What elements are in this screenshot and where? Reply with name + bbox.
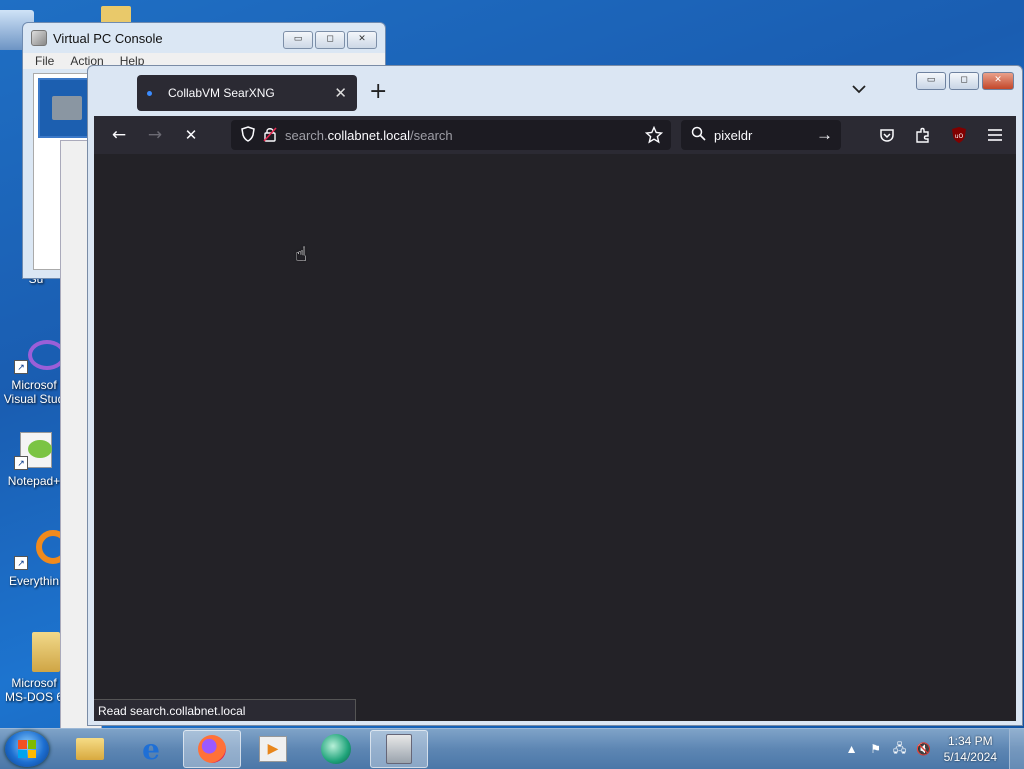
vm-thumbnail[interactable]	[38, 78, 94, 138]
extensions-button[interactable]	[908, 120, 938, 150]
network-icon[interactable]: 🖧	[891, 740, 909, 758]
url-prefix: search.	[285, 127, 328, 143]
clock-date: 5/14/2024	[943, 750, 997, 764]
ms-dos-folder-icon	[14, 632, 60, 672]
folder-icon	[76, 738, 104, 760]
new-tab-button[interactable]: +	[369, 80, 387, 104]
hand-pointer-cursor-icon: ☝	[295, 242, 308, 266]
forward-button[interactable]: →	[140, 120, 170, 150]
list-all-tabs-button[interactable]	[852, 82, 866, 98]
tab-title: CollabVM SearXNG	[168, 86, 275, 100]
tab-strip: CollabVM SearXNG ✕ + ▭ ◻ ✕	[94, 70, 1016, 118]
show-desktop-button[interactable]	[1009, 729, 1024, 769]
internet-explorer-icon: e	[142, 732, 160, 766]
bookmark-star-icon[interactable]	[644, 125, 664, 147]
shortcut-arrow-icon: ↗	[14, 456, 28, 470]
tracking-protection-shield-icon[interactable]	[241, 125, 255, 145]
search-input[interactable]: pixeldr	[714, 128, 752, 143]
minimize-button[interactable]: ▭	[916, 72, 946, 90]
url-bar[interactable]: search.collabnet.local/search	[231, 120, 671, 150]
taskbar-internet-explorer[interactable]: e	[122, 730, 180, 768]
window-title: Virtual PC Console	[53, 30, 163, 46]
close-button[interactable]: ✕	[347, 31, 377, 49]
notepad-plus-plus-icon: ↗	[14, 430, 54, 470]
navigation-toolbar: ← → ✕ search.collabnet.local/search pixe…	[94, 116, 1016, 154]
windows-logo-icon	[18, 740, 36, 758]
ublock-origin-button[interactable]: uO	[944, 120, 974, 150]
notification-area: ▲ ⚑ 🖧 🔇 1:34 PM 5/14/2024	[840, 729, 1024, 769]
pocket-icon	[880, 129, 894, 142]
action-center-flag-icon[interactable]: ⚑	[867, 740, 885, 758]
tab-close-icon[interactable]: ✕	[334, 84, 347, 102]
shortcut-arrow-icon: ↗	[14, 360, 28, 374]
browser-tab[interactable]: CollabVM SearXNG ✕	[137, 75, 357, 111]
page-content-area[interactable]: Read search.collabnet.local	[94, 154, 1016, 721]
minimize-button[interactable]: ▭	[283, 31, 313, 49]
puzzle-piece-icon	[916, 127, 929, 143]
searxng-favicon	[147, 90, 152, 96]
firefox-window[interactable]: CollabVM SearXNG ✕ + ▭ ◻ ✕ ← → ✕ search.…	[87, 65, 1023, 726]
taskbar-virtual-pc-console[interactable]	[370, 730, 428, 768]
chevron-down-icon	[852, 85, 866, 94]
start-button[interactable]	[5, 731, 49, 767]
clock-time: 1:34 PM	[947, 734, 993, 748]
virtual-pc-logo-icon	[31, 30, 47, 46]
globe-app-icon	[321, 734, 351, 764]
svg-text:uO: uO	[955, 133, 964, 140]
media-player-icon: ▶	[259, 736, 287, 762]
pocket-button[interactable]	[872, 120, 902, 150]
stop-loading-button[interactable]: ✕	[176, 120, 206, 150]
shortcut-arrow-icon: ↗	[14, 556, 28, 570]
volume-muted-icon[interactable]: 🔇	[915, 740, 933, 758]
search-icon	[691, 126, 706, 144]
close-button[interactable]: ✕	[982, 72, 1014, 90]
menu-file[interactable]: File	[35, 54, 54, 68]
search-go-button[interactable]: →	[816, 125, 833, 145]
firefox-icon	[198, 735, 226, 763]
taskbar: e ▶ ▲ ⚑ 🖧 🔇 1:34 PM 5/14/2024	[0, 728, 1024, 769]
taskbar-windows-explorer[interactable]	[61, 730, 119, 768]
show-hidden-icons-button[interactable]: ▲	[843, 740, 861, 758]
insecure-lock-icon[interactable]	[263, 126, 277, 145]
hamburger-menu-icon	[988, 129, 1002, 141]
virtual-pc-icon	[386, 734, 412, 764]
visual-studio-icon: ↗	[14, 334, 66, 374]
url-text[interactable]: search.collabnet.local/search	[285, 128, 453, 143]
app-menu-button[interactable]	[980, 120, 1010, 150]
maximize-button[interactable]: ◻	[315, 31, 345, 49]
url-path: /search	[410, 127, 453, 143]
search-bar[interactable]: pixeldr →	[681, 120, 841, 150]
everything-search-icon: ↗	[14, 530, 70, 570]
back-button[interactable]: ←	[104, 120, 134, 150]
ublock-origin-icon: uO	[952, 127, 966, 143]
clock[interactable]: 1:34 PM 5/14/2024	[936, 733, 1009, 765]
taskbar-media-player[interactable]: ▶	[244, 730, 302, 768]
taskbar-firefox[interactable]	[183, 730, 241, 768]
url-domain: collabnet.local	[327, 127, 411, 143]
taskbar-globe-app[interactable]	[307, 730, 365, 768]
maximize-button[interactable]: ◻	[949, 72, 979, 90]
status-panel: Read search.collabnet.local	[94, 699, 356, 721]
